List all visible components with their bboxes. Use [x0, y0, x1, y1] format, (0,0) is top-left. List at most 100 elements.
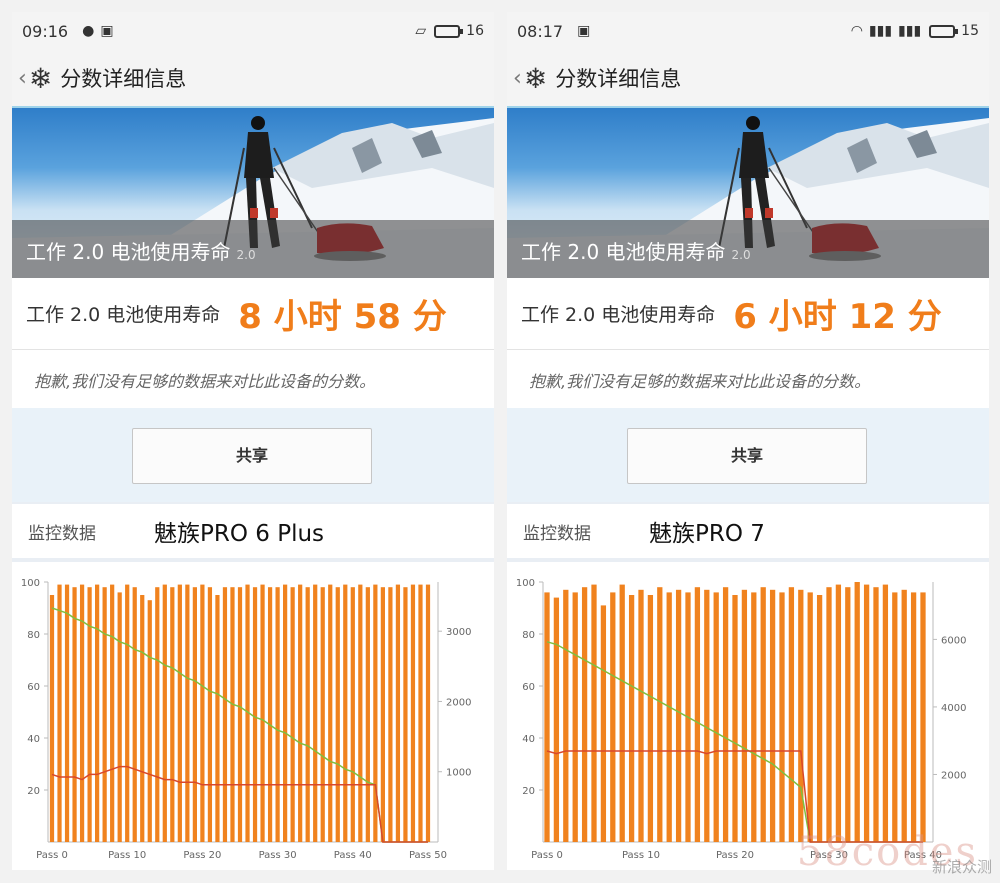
share-button[interactable]: 共享 [132, 428, 372, 484]
back-icon[interactable]: ‹ [18, 66, 27, 91]
battery-level: 16 [466, 23, 484, 39]
phone-screenshot-left: 09:16 ● ▣ ▱ 16 ‹ ❄ 分数详细信息 工作 2.0 电池使用寿命 … [12, 12, 494, 870]
bar [845, 587, 851, 842]
bar [854, 582, 860, 842]
bar [581, 587, 588, 842]
app-bar: ‹ ❄ 分数详细信息 [507, 50, 989, 108]
snowflake-logo-icon: ❄ [523, 61, 548, 95]
bar [722, 587, 729, 842]
bar [920, 592, 926, 842]
bar [222, 587, 228, 842]
bar [380, 587, 385, 842]
score-label: 工作 2.0 电池使用寿命 [26, 304, 221, 326]
bar [395, 584, 401, 842]
bar [619, 584, 625, 842]
x-tick-label: Pass 40 [334, 850, 372, 861]
bar [125, 584, 130, 842]
bar [140, 595, 145, 842]
signal-icon: ▮▮▮ [898, 23, 922, 39]
left-tick-label: 20 [522, 786, 535, 797]
bar [200, 584, 205, 842]
x-tick-label: Pass 30 [259, 850, 297, 861]
snowflake-logo-icon: ❄ [28, 61, 53, 95]
bar [807, 592, 813, 842]
bar [544, 592, 550, 842]
bar [275, 587, 280, 842]
bar [638, 589, 644, 842]
bar [600, 605, 607, 842]
status-time: 09:16 [22, 21, 69, 41]
left-tick-label: 80 [27, 630, 40, 641]
bar [57, 584, 62, 842]
bar [628, 595, 635, 842]
bar [215, 595, 220, 842]
right-tick-label: 2000 [941, 770, 966, 781]
share-button[interactable]: 共享 [627, 428, 867, 484]
bar [365, 587, 370, 842]
banner-version: 2.0 [236, 248, 256, 262]
bar [177, 584, 182, 842]
banner-image: 工作 2.0 电池使用寿命 2.0 [507, 108, 989, 278]
left-tick-label: 60 [522, 682, 535, 693]
score-value: 6 小时 12 分 [733, 297, 942, 337]
bar [170, 587, 175, 842]
bar [610, 592, 616, 842]
monitor-label: 监控数据 [523, 523, 591, 544]
right-tick-label: 6000 [941, 635, 966, 646]
bar [779, 592, 785, 842]
right-tick-label: 2000 [446, 697, 471, 708]
left-tick-label: 100 [516, 578, 535, 589]
x-tick-label: Pass 20 [716, 850, 754, 861]
banner-title: 工作 2.0 电池使用寿命 [26, 240, 231, 264]
bar [305, 587, 310, 842]
bar [675, 589, 682, 842]
bar [418, 584, 423, 842]
bar [769, 589, 776, 842]
bar [102, 587, 107, 842]
banner-version: 2.0 [731, 248, 751, 262]
bar [290, 587, 295, 842]
x-tick-label: Pass 20 [183, 850, 221, 861]
left-tick-label: 100 [21, 578, 40, 589]
bar [882, 584, 889, 842]
bar [901, 589, 907, 842]
score-value: 8 小时 58 分 [238, 297, 447, 337]
right-tick-label: 4000 [941, 703, 966, 714]
bar [704, 589, 710, 842]
sim-icon: ▱ [415, 23, 427, 39]
bar [713, 592, 719, 842]
monitor-header: 监控数据 魅族PRO 7 [507, 504, 989, 558]
banner-caption: 工作 2.0 电池使用寿命 2.0 [507, 220, 989, 278]
x-tick-label: Pass 10 [108, 850, 146, 861]
monitor-chart-svg: 20 40 60 80 100 2000 4000 6000 Pass 0 Pass 10 Pass… [516, 578, 967, 861]
bar [388, 587, 393, 842]
bar [647, 595, 654, 842]
bar [358, 584, 363, 842]
bar [694, 587, 701, 842]
monitor-header: 监控数据 魅族PRO 6 Plus [12, 504, 494, 558]
battery-icon [929, 24, 959, 38]
phone-screenshot-right: 08:17 ▣ ◠ ▮▮▮ ▮▮▮ 15 ‹ ❄ 分数详细信息 工作 2.0 电… [507, 12, 989, 870]
monitor-chart: 20 40 60 80 100 1000 2000 3000 Pass 0 Pass 10 Pass… [12, 562, 494, 870]
bar [835, 584, 842, 842]
bar [572, 592, 578, 842]
left-tick-label: 40 [522, 734, 535, 745]
notification-icon: ▣ [577, 23, 591, 39]
score-row: 工作 2.0 电池使用寿命 8 小时 58 分 [12, 278, 494, 350]
monitor-chart: 20 40 60 80 100 2000 4000 6000 Pass 0 Pass 10 Pass… [507, 562, 989, 870]
back-icon[interactable]: ‹ [513, 66, 522, 91]
bar [313, 584, 318, 842]
bar [207, 587, 213, 842]
bar [788, 587, 795, 842]
bar [95, 584, 100, 842]
bar [298, 584, 303, 842]
bar [155, 587, 160, 842]
bar [192, 587, 197, 842]
right-tick-label: 3000 [446, 627, 471, 638]
x-tick-label: Pass 10 [622, 850, 660, 861]
bar [816, 595, 823, 842]
bar [732, 595, 738, 842]
chat-bubble-icon: ● [82, 23, 95, 39]
bar [666, 592, 672, 842]
bar [320, 587, 325, 842]
